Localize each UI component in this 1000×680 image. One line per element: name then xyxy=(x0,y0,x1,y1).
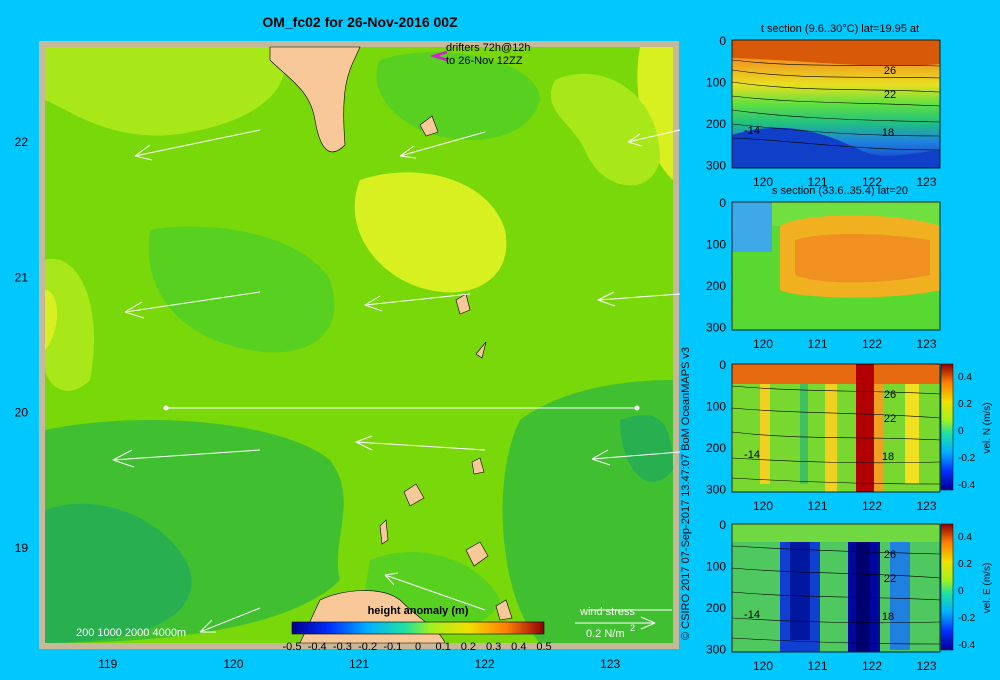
contour-label: -14 xyxy=(744,609,760,621)
map-y-tick-label: 21 xyxy=(15,270,29,284)
panel-y-tick-label: 300 xyxy=(706,321,726,335)
map-panel: drifters 72h@12h to 26-Nov 12ZZ 200 1000… xyxy=(15,41,681,671)
map-y-tick-label: 19 xyxy=(15,541,29,555)
colorbar-tick-label: -0.2 xyxy=(958,613,976,624)
contour-label: 18 xyxy=(882,451,894,463)
panel-x-tick-label: 123 xyxy=(916,337,936,351)
map-y-tick-label: 20 xyxy=(15,406,29,420)
panel-y-tick-label: 0 xyxy=(719,34,726,48)
panel-y-tick-label: 200 xyxy=(706,441,726,455)
panel-y-tick-label: 100 xyxy=(706,76,726,90)
panel-x-tick-label: 120 xyxy=(753,659,773,673)
contour-label: 22 xyxy=(884,89,896,101)
wind-scale-label: 0.2 N/m xyxy=(586,628,625,640)
contour-label: 18 xyxy=(882,611,894,623)
panel-x-tick-label: 120 xyxy=(753,337,773,351)
contour-label: 22 xyxy=(884,573,896,585)
panel-x-tick-label: 120 xyxy=(753,499,773,513)
colorbar-title: height anomaly (m) xyxy=(368,605,469,617)
colorbar-tick-label: -0.2 xyxy=(958,453,976,464)
colorbar-tick-label: 0.3 xyxy=(486,641,501,653)
panel-y-tick-label: 200 xyxy=(706,117,726,131)
colorbar-tick-label: 0 xyxy=(958,426,964,437)
panel-y-tick-label: 100 xyxy=(706,560,726,574)
panel-x-tick-label: 121 xyxy=(807,659,827,673)
panel-x-tick-label: 121 xyxy=(807,337,827,351)
colorbar-tick-label: 0 xyxy=(415,641,421,653)
veln-colorbar xyxy=(940,363,954,491)
colorbar-tick-label: 0.2 xyxy=(461,641,476,653)
panel-title: s section (33.6..35.4) lat=20 xyxy=(772,185,908,197)
contour-label: 22 xyxy=(884,413,896,425)
credit-label: © CSIRO 2017 07-Sep-2017 13:47:07 BoM Oc… xyxy=(680,346,692,640)
panel-y-tick-label: 200 xyxy=(706,279,726,293)
colorbar-tick-label: -0.3 xyxy=(333,641,352,653)
panel-y-tick-label: 0 xyxy=(719,518,726,532)
panel-x-tick-label: 120 xyxy=(753,175,773,189)
colorbar-tick-label: -0.4 xyxy=(958,480,976,491)
panel-x-tick-label: 123 xyxy=(916,175,936,189)
drifters-label-line2: to 26-Nov 12ZZ xyxy=(446,55,523,67)
colorbar-tick-label: 0.4 xyxy=(958,532,972,543)
map-x-tick-label: 123 xyxy=(600,657,620,671)
colorbar-tick-label: 0 xyxy=(958,586,964,597)
colorbar-tick-label: 0.4 xyxy=(958,372,972,383)
map-x-tick-label: 121 xyxy=(349,657,369,671)
section-panels: t section (9.6..30°C) lat=19.95 at 120 121… xyxy=(706,23,993,673)
panel-y-tick-label: 300 xyxy=(706,643,726,657)
panel-temperature xyxy=(731,39,941,169)
contour-label: 26 xyxy=(884,389,896,401)
map-x-ticks: 119 120 121 122 123 xyxy=(98,657,620,671)
panel-y-tick-label: 100 xyxy=(706,400,726,414)
colorbar-tick-label: -0.4 xyxy=(308,641,327,653)
colorbar-tick-label: 0.2 xyxy=(958,399,972,410)
contour-label: 18 xyxy=(882,127,894,139)
map-y-ticks: 19 20 21 22 xyxy=(15,135,29,555)
panel-x-tick-label: 122 xyxy=(862,337,882,351)
colorbar-tick-label: -0.1 xyxy=(383,641,402,653)
panel-y-tick-label: 300 xyxy=(706,159,726,173)
panel-salinity xyxy=(731,201,941,331)
panel-x-tick-label: 123 xyxy=(916,659,936,673)
panel-y-tick-label: 100 xyxy=(706,238,726,252)
wind-scale-sup: 2 xyxy=(630,623,635,633)
panel-vel-north xyxy=(731,363,941,493)
colorbar-tick-label: -0.4 xyxy=(958,640,976,651)
colorbar-tick-label: 0.2 xyxy=(958,559,972,570)
colorbar-label: vel. E (m/s) xyxy=(982,563,993,614)
contour-label: 26 xyxy=(884,549,896,561)
panel-x-tick-label: 122 xyxy=(862,499,882,513)
colorbar-label: vel. N (m/s) xyxy=(982,402,993,453)
drifters-label-line1: drifters 72h@12h xyxy=(446,42,531,54)
contour-label: -14 xyxy=(744,449,760,461)
panel-x-tick-label: 121 xyxy=(807,499,827,513)
colorbar-tick-label: 0.5 xyxy=(536,641,551,653)
map-y-tick-label: 22 xyxy=(15,135,29,149)
contour-label: 26 xyxy=(884,65,896,77)
vele-colorbar xyxy=(940,523,954,651)
colorbar-tick-label: 0.4 xyxy=(511,641,526,653)
colorbar-tick-label: -0.2 xyxy=(358,641,377,653)
wind-stress-label: wind stress xyxy=(579,606,636,618)
colorbar-ticks: -0.5 -0.4 -0.3 -0.2 -0.1 0 0.1 0.2 0.3 0.4 0.5 xyxy=(283,641,552,653)
panel-y-tick-label: 0 xyxy=(719,196,726,210)
panel-y-tick-label: 200 xyxy=(706,601,726,615)
colorbar-tick-label: -0.5 xyxy=(283,641,302,653)
colorbar-tick-label: 0.1 xyxy=(436,641,451,653)
map-x-tick-label: 119 xyxy=(98,657,117,671)
panel-x-tick-label: 122 xyxy=(862,659,882,673)
map-x-tick-label: 122 xyxy=(475,657,495,671)
panel-title: t section (9.6..30°C) lat=19.95 at xyxy=(761,23,919,35)
panel-y-tick-label: 0 xyxy=(719,358,726,372)
contour-label: -14 xyxy=(744,125,760,137)
panel-vel-east xyxy=(731,523,941,653)
figure-canvas: drifters 72h@12h to 26-Nov 12ZZ 200 1000… xyxy=(15,23,993,673)
panel-x-tick-label: 123 xyxy=(916,499,936,513)
map-x-tick-label: 120 xyxy=(223,657,243,671)
depth-legend: 200 1000 2000 4000m xyxy=(76,627,186,639)
panel-y-tick-label: 300 xyxy=(706,483,726,497)
